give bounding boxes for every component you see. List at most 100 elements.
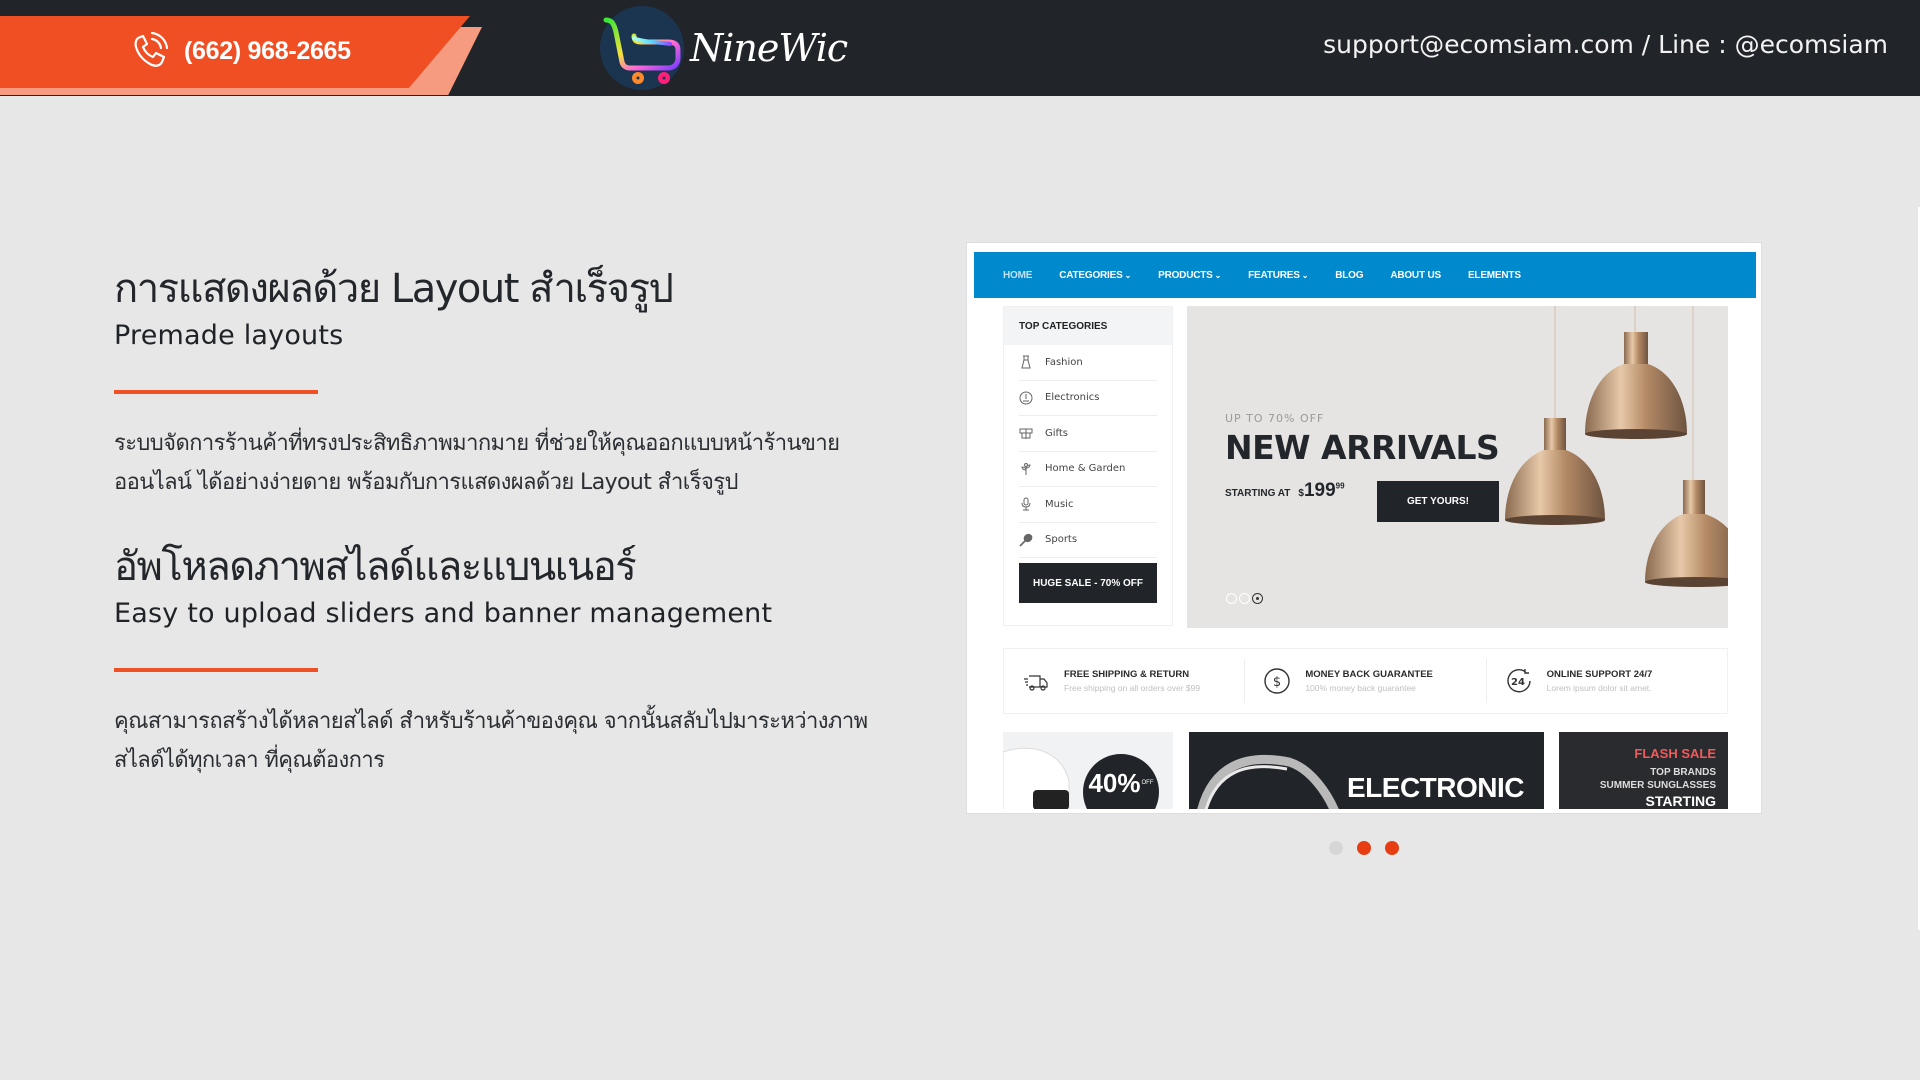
flash-sale-line: TOP BRANDS <box>1650 767 1716 778</box>
flash-sale-title: FLASH SALE <box>1634 746 1716 761</box>
phone-contact[interactable]: (662) 968-2665 <box>128 26 351 76</box>
features-text: การแสดงผลด้วย Layout สำเร็จรูป Premade l… <box>114 262 914 780</box>
section-body-line: ระบบจัดการร้านค้าที่ทรงประสิทธิภาพมากมาย… <box>114 431 840 456</box>
nav-label: ELEMENTS <box>1467 269 1521 281</box>
tennis-racket-icon <box>1019 533 1033 547</box>
nav-label: PRODUCTS <box>1158 269 1213 281</box>
pendant-lamps-image <box>1505 306 1728 587</box>
gauge-icon <box>1019 391 1033 405</box>
category-sports[interactable]: Sports <box>1019 523 1157 558</box>
hero-slide-dots <box>1226 593 1263 604</box>
nav-label: BLOG <box>1335 269 1364 281</box>
flash-sale-text: FLASH SALE TOP BRANDS SUMMER SUNGLASSES … <box>1600 746 1716 809</box>
preview-nav-features[interactable]: FEATURES ⌄ <box>1248 270 1308 281</box>
feature-desc: 100% money back guarantee <box>1305 683 1416 693</box>
dollar-circle-icon: $ <box>1264 668 1291 694</box>
chevron-down-icon: ⌄ <box>1124 270 1132 280</box>
category-gifts[interactable]: Gifts <box>1019 416 1157 452</box>
section-slider-banner: อัพโหลดภาพสไลด์และแบนเนอร์ Easy to uploa… <box>114 540 914 780</box>
section-body-line: สไลด์ได้ทุกเวลา ที่คุณต้องการ <box>114 748 385 773</box>
hero-price: STARTING AT $19999 <box>1225 480 1345 502</box>
support-24-icon: 24 <box>1507 669 1531 693</box>
promo-banner-flash-sale[interactable]: FLASH SALE TOP BRANDS SUMMER SUNGLASSES … <box>1559 732 1728 809</box>
hero-slide-dot-3[interactable] <box>1252 593 1263 604</box>
section-premade-layouts: การแสดงผลด้วย Layout สำเร็จรูป Premade l… <box>114 262 914 502</box>
hero-slider: UP TO 70% OFF NEW ARRIVALS STARTING AT $… <box>1187 306 1728 628</box>
hero-slide-dot-1[interactable] <box>1226 593 1237 604</box>
logo-badge <box>600 6 684 90</box>
category-electronics[interactable]: Electronics <box>1019 381 1157 416</box>
category-label: Music <box>1045 498 1074 510</box>
carousel-pagination <box>1329 841 1399 855</box>
nav-label: HOME <box>1003 269 1033 281</box>
preview-nav-home[interactable]: HOME <box>1003 270 1032 281</box>
svg-text:24: 24 <box>1511 677 1525 688</box>
feature-online-support: 24 ONLINE SUPPORT 24/7 Lorem ipsum dolor… <box>1487 659 1727 703</box>
logo[interactable]: NineWic <box>600 6 848 90</box>
feature-desc: Lorem ipsum dolor sit amet. <box>1546 683 1652 693</box>
nav-label: ABOUT US <box>1390 269 1441 281</box>
shopping-cart-icon <box>603 17 681 84</box>
dress-icon <box>1021 355 1031 369</box>
discount-sub: OFF <box>1141 780 1154 786</box>
carousel-dot-2[interactable] <box>1357 841 1371 855</box>
top-bar: (662) 968-2665 NineWic support@ecomsiam.… <box>0 0 1920 96</box>
carousel-dot-3[interactable] <box>1385 841 1399 855</box>
promo-title: ELECTRONIC <box>1347 772 1525 803</box>
preview-nav-products[interactable]: PRODUCTS ⌄ <box>1158 270 1221 281</box>
price-cents: 99 <box>1335 481 1345 491</box>
section-subtitle: Easy to upload sliders and banner manage… <box>114 598 773 629</box>
logo-wordmark: NineWic <box>690 26 848 70</box>
promo-banner-watch[interactable]: 40% OFF <box>1003 732 1173 809</box>
hero-slide-dot-2[interactable] <box>1239 593 1250 604</box>
category-label: Sports <box>1045 534 1078 546</box>
flash-sale-line: SUMMER SUNGLASSES <box>1599 780 1716 791</box>
chevron-down-icon: ⌄ <box>1214 270 1222 280</box>
preview-nav-categories[interactable]: CATEGORIES ⌄ <box>1059 270 1131 281</box>
get-yours-button[interactable]: GET YOURS! <box>1377 481 1499 522</box>
plant-icon <box>1021 462 1031 475</box>
microphone-icon <box>1021 497 1031 511</box>
hero-kicker: UP TO 70% OFF <box>1225 412 1325 425</box>
top-categories-title: TOP CATEGORIES <box>1004 307 1172 345</box>
phone-number: (662) 968-2665 <box>184 36 351 65</box>
nav-label: CATEGORIES <box>1059 269 1123 281</box>
feature-free-shipping: FREE SHIPPING & RETURN Free shipping on … <box>1004 659 1246 703</box>
price-main: 199 <box>1303 480 1336 501</box>
accent-divider <box>114 390 318 394</box>
feature-text: ONLINE SUPPORT 24/7 Lorem ipsum dolor si… <box>1547 669 1653 693</box>
discount-value: 40% <box>1088 768 1141 798</box>
feature-title: FREE SHIPPING & RETURN <box>1064 669 1190 680</box>
accent-divider <box>114 668 318 672</box>
feature-money-back: $ MONEY BACK GUARANTEE 100% money back g… <box>1245 659 1487 703</box>
nav-label: FEATURES <box>1248 269 1300 281</box>
category-label: Electronics <box>1045 392 1100 404</box>
top-categories-panel: TOP CATEGORIES Fashion Electronics Gifts… <box>1003 306 1173 626</box>
chevron-down-icon: ⌄ <box>1301 270 1309 280</box>
preview-nav-blog[interactable]: BLOG <box>1335 270 1363 281</box>
hero-title: NEW ARRIVALS <box>1225 428 1500 467</box>
service-features-bar: FREE SHIPPING & RETURN Free shipping on … <box>1003 648 1728 714</box>
category-fashion[interactable]: Fashion <box>1019 345 1157 381</box>
preview-nav: HOME CATEGORIES ⌄ PRODUCTS ⌄ FEATURES ⌄ BLO… <box>974 252 1756 298</box>
section-title: การแสดงผลด้วย Layout สำเร็จรูป <box>114 266 674 312</box>
svg-text:$: $ <box>1273 675 1281 690</box>
preview-nav-elements[interactable]: ELEMENTS <box>1468 270 1521 281</box>
feature-text: MONEY BACK GUARANTEE 100% money back gua… <box>1305 669 1433 693</box>
phone-ringing-icon <box>134 31 169 67</box>
huge-sale-button[interactable]: HUGE SALE - 70% OFF <box>1019 563 1157 603</box>
support-contact: support@ecomsiam.com / Line : @ecomsiam <box>1323 30 1888 59</box>
promo-banner-electronic[interactable]: ELECTRONIC <box>1189 732 1544 809</box>
flash-sale-line: STARTING <box>1645 793 1716 809</box>
feature-desc: Free shipping on all orders over $99 <box>1064 683 1201 693</box>
carousel-dot-1[interactable] <box>1329 841 1343 855</box>
category-music[interactable]: Music <box>1019 487 1157 523</box>
store-preview-screenshot: HOME CATEGORIES ⌄ PRODUCTS ⌄ FEATURES ⌄ BLO… <box>966 242 1762 814</box>
truck-icon <box>1024 675 1048 691</box>
preview-nav-about-us[interactable]: ABOUT US <box>1390 270 1441 281</box>
gift-icon <box>1019 428 1033 440</box>
category-home-garden[interactable]: Home & Garden <box>1019 452 1157 487</box>
feature-title: MONEY BACK GUARANTEE <box>1305 669 1433 680</box>
section-body: คุณสามารถสร้างได้หลายสไลด์ สำหรับร้านค้า… <box>114 702 914 780</box>
section-subtitle: Premade layouts <box>114 320 344 351</box>
